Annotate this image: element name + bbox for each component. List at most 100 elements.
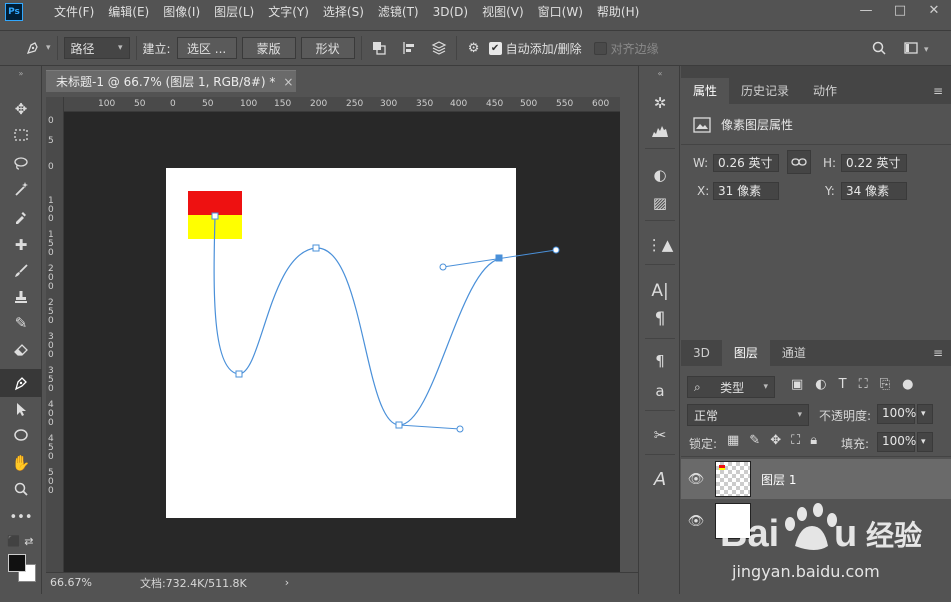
color-icon[interactable]: ◐: [639, 162, 681, 188]
filter-type-icon[interactable]: T: [839, 377, 847, 392]
opacity-slider-button[interactable]: ▾: [917, 404, 933, 424]
path-arrangement-icon[interactable]: [428, 37, 450, 59]
menu-type[interactable]: 文字(Y): [261, 0, 316, 24]
close-window-button[interactable]: ✕: [917, 0, 951, 20]
workspace-chevron-icon[interactable]: ▾: [924, 45, 929, 55]
filter-smart-object-icon[interactable]: ⎘: [880, 377, 890, 392]
path-selection-tool-icon[interactable]: [0, 396, 42, 422]
menu-help[interactable]: 帮助(H): [590, 0, 646, 24]
tab-history[interactable]: 历史记录: [729, 78, 801, 104]
minimize-button[interactable]: —: [849, 0, 883, 20]
zoom-level[interactable]: 66.67%: [50, 576, 92, 589]
character-icon[interactable]: A|: [639, 278, 681, 304]
filter-shape-icon[interactable]: ⛶: [859, 377, 868, 392]
height-field[interactable]: 0.22 英寸: [841, 154, 907, 172]
eye-visibility-icon[interactable]: 👁︎: [681, 514, 711, 529]
histogram-icon[interactable]: [639, 118, 681, 144]
menu-view[interactable]: 视图(V): [475, 0, 531, 24]
opacity-field[interactable]: 100%: [877, 404, 916, 424]
marquee-tool-icon[interactable]: [0, 122, 42, 148]
make-selection-button[interactable]: 选区 ...: [176, 37, 237, 59]
zoom-tool-icon[interactable]: [0, 476, 42, 502]
pen-tool-preset-icon[interactable]: [22, 37, 44, 59]
more-tools-icon[interactable]: •••: [0, 504, 42, 530]
menu-edit[interactable]: 编辑(E): [101, 0, 156, 24]
tab-properties[interactable]: 属性: [681, 78, 730, 104]
layer-name[interactable]: 图层 1: [761, 471, 796, 488]
paragraph-icon[interactable]: ¶: [639, 306, 681, 332]
path-alignment-icon[interactable]: [398, 37, 420, 59]
clone-source-icon[interactable]: ⋮▲: [639, 232, 681, 258]
eraser-tool-icon[interactable]: [0, 336, 42, 362]
foreground-color-swatch[interactable]: [8, 554, 26, 572]
layers-menu-icon[interactable]: ≡: [933, 346, 943, 360]
auto-add-delete-checkbox[interactable]: ✔: [488, 41, 502, 55]
workspace-icon[interactable]: [900, 37, 922, 59]
lock-transparent-icon[interactable]: ▦: [727, 433, 739, 448]
horizontal-ruler[interactable]: 100 50 0 50 100 150 200 250 300 350 400 …: [64, 97, 620, 112]
status-menu-arrow[interactable]: ›: [285, 576, 289, 589]
document-canvas[interactable]: [64, 112, 620, 572]
hand-tool-icon[interactable]: ✋: [0, 450, 42, 476]
ellipse-tool-icon[interactable]: [0, 422, 42, 448]
paragraph-styles-icon[interactable]: ¶: [639, 348, 681, 374]
close-document-icon[interactable]: ×: [283, 75, 293, 89]
panel-menu-icon[interactable]: ≡: [933, 84, 943, 98]
align-edges-checkbox[interactable]: [593, 41, 607, 55]
y-position-field[interactable]: 34 像素: [841, 182, 907, 200]
gear-icon[interactable]: ⚙: [463, 37, 485, 59]
brush-tool-icon[interactable]: [0, 258, 42, 284]
make-shape-button[interactable]: 形状: [300, 37, 355, 59]
lock-position-icon[interactable]: ✥: [770, 433, 781, 448]
eyedropper-tool-icon[interactable]: [0, 204, 42, 230]
x-position-field[interactable]: 31 像素: [713, 182, 779, 200]
lock-image-icon[interactable]: ✎: [749, 433, 760, 448]
filter-adjustment-icon[interactable]: ◐: [815, 377, 826, 392]
glyphs-icon[interactable]: A: [639, 466, 681, 492]
menu-layer[interactable]: 图层(L): [207, 0, 261, 24]
tool-presets-icon[interactable]: ✂: [639, 422, 681, 448]
pen-tool-icon[interactable]: [0, 369, 42, 397]
restore-button[interactable]: □: [883, 0, 917, 20]
tab-channels[interactable]: 通道: [770, 340, 818, 366]
lock-artboard-icon[interactable]: ⛶: [791, 433, 800, 448]
tab-layers[interactable]: 图层: [721, 340, 770, 366]
menu-file[interactable]: 文件(F): [47, 0, 101, 24]
link-dimensions-icon[interactable]: [787, 150, 811, 174]
tab-3d[interactable]: 3D: [681, 340, 722, 366]
make-mask-button[interactable]: 蒙版: [241, 37, 296, 59]
move-tool-icon[interactable]: ✥: [0, 96, 42, 122]
menu-filter[interactable]: 滤镜(T): [371, 0, 426, 24]
filter-pixel-icon[interactable]: ▣: [791, 377, 803, 392]
eye-visibility-icon[interactable]: 👁︎: [681, 472, 711, 487]
collapse-tools-icon[interactable]: »: [0, 68, 42, 78]
magic-wand-tool-icon[interactable]: [0, 176, 42, 202]
menu-3d[interactable]: 3D(D): [426, 0, 475, 24]
document-tab[interactable]: 未标题-1 @ 66.7% (图层 1, RGB/8#) * ×: [46, 70, 296, 92]
canvas-area[interactable]: [64, 112, 620, 572]
search-icon[interactable]: [868, 37, 890, 59]
preset-chevron-icon[interactable]: ▾: [46, 43, 51, 53]
swatches-icon[interactable]: ▨: [639, 190, 681, 216]
width-field[interactable]: 0.26 英寸: [713, 154, 779, 172]
vertical-ruler[interactable]: 0 5 0 1 0 0 1 5 0 2 0 0 2 5 0 3 0 0 3 5 …: [46, 97, 64, 572]
filter-toggle-icon[interactable]: ●: [902, 377, 913, 392]
healing-brush-tool-icon[interactable]: ✚: [0, 232, 42, 258]
collapse-icons-icon[interactable]: «: [639, 68, 681, 78]
fill-slider-button[interactable]: ▾: [917, 432, 933, 452]
navigator-icon[interactable]: ✲: [639, 90, 681, 116]
menu-window[interactable]: 窗口(W): [531, 0, 590, 24]
lock-all-icon[interactable]: 🔒︎: [810, 433, 817, 448]
swap-colors-icon[interactable]: ⬛ ⇄: [0, 528, 42, 554]
blend-mode-dropdown[interactable]: 正常 ▾: [687, 404, 809, 426]
menu-image[interactable]: 图像(I): [156, 0, 207, 24]
character-styles-icon[interactable]: a: [639, 378, 681, 404]
path-mode-dropdown[interactable]: 路径 ▾: [63, 37, 130, 59]
layer-filter-dropdown[interactable]: ⌕ 类型 ▾: [687, 376, 775, 398]
path-operations-icon[interactable]: [368, 37, 390, 59]
fill-field[interactable]: 100%: [877, 432, 916, 452]
menu-select[interactable]: 选择(S): [316, 0, 371, 24]
clone-stamp-tool-icon[interactable]: [0, 284, 42, 310]
lasso-tool-icon[interactable]: [0, 150, 42, 176]
tab-actions[interactable]: 动作: [801, 78, 849, 104]
